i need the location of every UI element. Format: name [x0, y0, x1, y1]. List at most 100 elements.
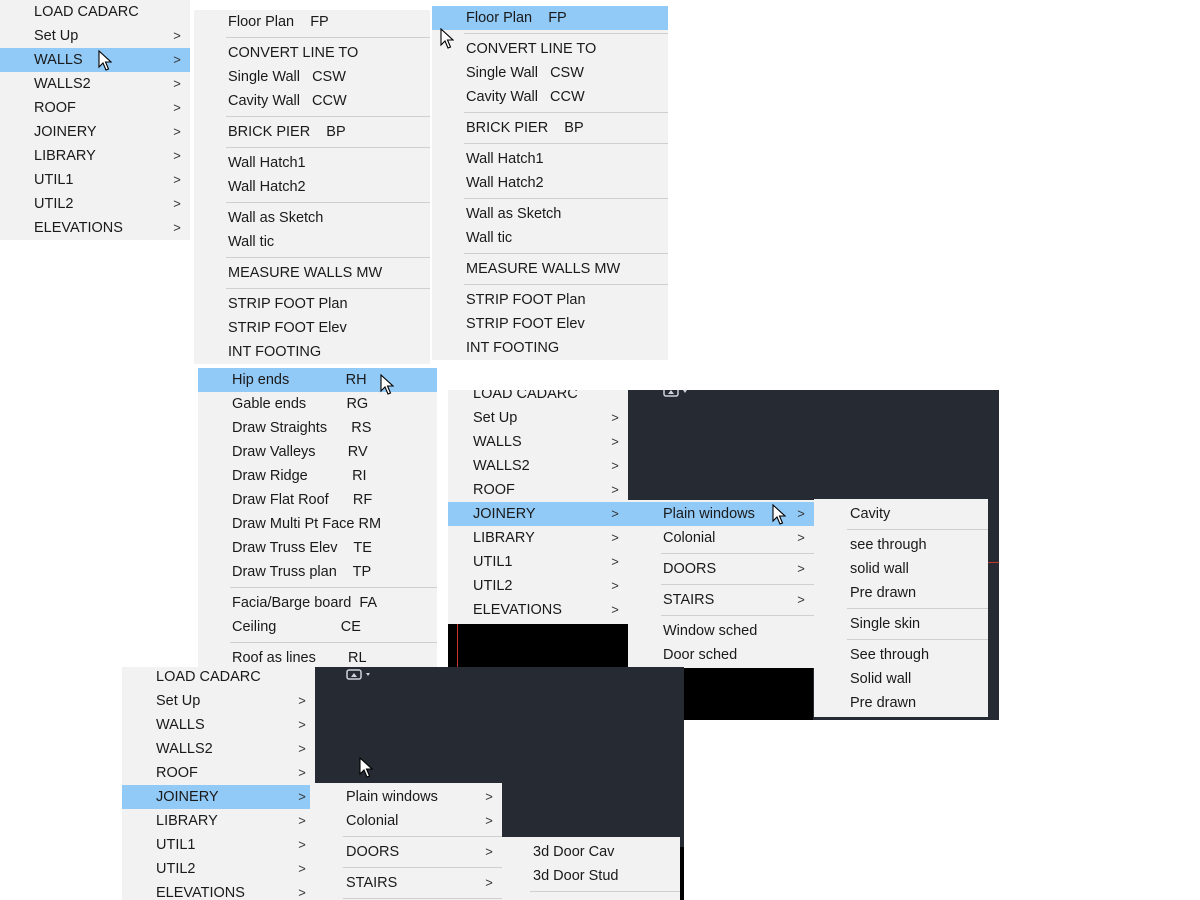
- menu-item-elevations[interactable]: ELEVATIONS >: [0, 216, 190, 240]
- menu-item-joinery[interactable]: JOINERY >: [0, 120, 190, 144]
- menu-item-wall-tic[interactable]: Wall tic: [194, 230, 430, 254]
- menu-item-ceiling[interactable]: Ceiling CE: [198, 615, 437, 639]
- menu-item-solid-wall[interactable]: solid wall: [814, 557, 988, 581]
- menu-item-label: UTIL2: [156, 861, 196, 877]
- menu-item-hip-ends[interactable]: Hip ends RH: [198, 368, 437, 392]
- menu-item-set-up[interactable]: Set Up >: [448, 406, 628, 430]
- menu-item-gable-ends[interactable]: Gable ends RG: [198, 392, 437, 416]
- menu-item-3d-door-cav[interactable]: 3d Door Cav: [502, 840, 680, 864]
- menu-item-plain-windows[interactable]: Plain windows >: [628, 502, 814, 526]
- menu-item-draw-truss-elev[interactable]: Draw Truss Elev TE: [198, 536, 437, 560]
- menu-item-solid-wall-2[interactable]: Solid wall: [814, 667, 988, 691]
- menu-item-label: Colonial: [346, 813, 399, 829]
- menu-item-load-cadarc[interactable]: LOAD CADARC: [122, 667, 315, 689]
- menu-item-draw-ridge[interactable]: Draw Ridge RI: [198, 464, 437, 488]
- menu-item-measure-walls[interactable]: MEASURE WALLS MW: [432, 257, 668, 281]
- menu-item-walls[interactable]: WALLS >: [448, 430, 628, 454]
- menu-item-cavity-wall[interactable]: Cavity Wall CCW: [432, 85, 668, 109]
- menu-item-strip-foot-plan[interactable]: STRIP FOOT Plan: [432, 288, 668, 312]
- menu-item-util1[interactable]: UTIL1 >: [122, 833, 315, 857]
- menu-item-walls[interactable]: WALLS >: [122, 713, 315, 737]
- menu-item-util2[interactable]: UTIL2 >: [0, 192, 190, 216]
- menu-item-int-footing[interactable]: INT FOOTING: [432, 336, 668, 360]
- menu-item-convert-line-to[interactable]: CONVERT LINE TO: [432, 37, 668, 61]
- menu-item-single-wall[interactable]: Single Wall CSW: [432, 61, 668, 85]
- menu-item-walls2[interactable]: WALLS2 >: [0, 72, 190, 96]
- menu-item-doors[interactable]: DOORS >: [628, 557, 814, 581]
- menu-separator: [464, 33, 668, 34]
- menu-item-cavity-wall[interactable]: Cavity Wall CCW: [194, 89, 430, 113]
- menu-separator: [661, 553, 814, 554]
- menu-item-brick-pier[interactable]: BRICK PIER BP: [432, 116, 668, 140]
- menu-item-stairs[interactable]: STAIRS >: [628, 588, 814, 612]
- menu-item-label: JOINERY: [156, 789, 219, 805]
- menu-item-roof[interactable]: ROOF >: [448, 478, 628, 502]
- menu-item-wall-hatch2[interactable]: Wall Hatch2: [194, 175, 430, 199]
- menu-item-label: UTIL1: [156, 837, 196, 853]
- menu-item-single-skin[interactable]: Single skin: [814, 612, 988, 636]
- menu-item-walls[interactable]: WALLS >: [0, 48, 190, 72]
- menu-item-joinery[interactable]: JOINERY >: [122, 785, 315, 809]
- menu-item-set-up[interactable]: Set Up >: [0, 24, 190, 48]
- menu-item-load-cadarc[interactable]: LOAD CADARC: [0, 0, 190, 24]
- toolbar-dropdown-icon[interactable]: [345, 669, 373, 683]
- menu-item-label: STAIRS: [346, 875, 398, 891]
- menu-item-door-sched[interactable]: Door sched: [628, 643, 814, 667]
- menu-item-floor-plan[interactable]: Floor Plan FP: [432, 6, 668, 30]
- menu-item-draw-multi-pt-face[interactable]: Draw Multi Pt Face RM: [198, 512, 437, 536]
- menu-item-strip-foot-elev[interactable]: STRIP FOOT Elev: [194, 316, 430, 340]
- menu-item-doors[interactable]: DOORS >: [310, 840, 502, 864]
- menu-item-window-sched[interactable]: Window sched: [628, 619, 814, 643]
- menu-item-util2[interactable]: UTIL2 >: [122, 857, 315, 881]
- menu-item-roof-as-lines[interactable]: Roof as lines RL: [198, 646, 437, 668]
- menu-item-colonial[interactable]: Colonial >: [310, 809, 502, 833]
- toolbar-dropdown-icon[interactable]: [662, 390, 690, 400]
- menu-item-roof[interactable]: ROOF >: [0, 96, 190, 120]
- menu-item-elevations[interactable]: ELEVATIONS >: [448, 598, 628, 622]
- menu-item-pre-drawn[interactable]: Pre drawn: [814, 581, 988, 605]
- menu-item-int-footing[interactable]: INT FOOTING: [194, 340, 430, 364]
- menu-item-roof[interactable]: ROOF >: [122, 761, 315, 785]
- menu-item-plain-windows[interactable]: Plain windows >: [310, 785, 502, 809]
- menu-item-brick-pier[interactable]: BRICK PIER BP: [194, 120, 430, 144]
- menu-item-util1[interactable]: UTIL1 >: [0, 168, 190, 192]
- menu-item-label: Draw Ridge RI: [232, 468, 367, 484]
- menu-item-wall-tic[interactable]: Wall tic: [432, 226, 668, 250]
- menu-item-colonial[interactable]: Colonial >: [628, 526, 814, 550]
- menu-item-wall-as-sketch[interactable]: Wall as Sketch: [194, 206, 430, 230]
- menu-item-pre-drawn-2[interactable]: Pre drawn: [814, 691, 988, 715]
- menu-item-label: Roof as lines RL: [232, 650, 367, 666]
- menu-item-facia-barge-board[interactable]: Facia/Barge board FA: [198, 591, 437, 615]
- menu-item-set-up[interactable]: Set Up >: [122, 689, 315, 713]
- menu-item-walls2[interactable]: WALLS2 >: [448, 454, 628, 478]
- menu-item-wall-hatch1[interactable]: Wall Hatch1: [194, 151, 430, 175]
- menu-item-library[interactable]: LIBRARY >: [448, 526, 628, 550]
- menu-item-wall-hatch2[interactable]: Wall Hatch2: [432, 171, 668, 195]
- menu-item-wall-as-sketch[interactable]: Wall as Sketch: [432, 202, 668, 226]
- menu-item-library[interactable]: LIBRARY >: [0, 144, 190, 168]
- menu-item-convert-line-to[interactable]: CONVERT LINE TO: [194, 41, 430, 65]
- menu-item-load-cadarc[interactable]: LOAD CADARC: [448, 390, 628, 406]
- menu-item-elevations[interactable]: ELEVATIONS >: [122, 881, 315, 900]
- menu-item-wall-hatch1[interactable]: Wall Hatch1: [432, 147, 668, 171]
- menu-item-label: STRIP FOOT Plan: [228, 296, 348, 312]
- menu-item-see-through[interactable]: see through: [814, 533, 988, 557]
- menu-item-joinery[interactable]: JOINERY >: [448, 502, 628, 526]
- menu-item-draw-flat-roof[interactable]: Draw Flat Roof RF: [198, 488, 437, 512]
- menu-item-stairs[interactable]: STAIRS >: [310, 871, 502, 895]
- menu-item-single-wall[interactable]: Single Wall CSW: [194, 65, 430, 89]
- menu-item-draw-valleys[interactable]: Draw Valleys RV: [198, 440, 437, 464]
- menu-item-3d-door-stud[interactable]: 3d Door Stud: [502, 864, 680, 888]
- menu-item-floor-plan[interactable]: Floor Plan FP: [194, 10, 430, 34]
- menu-item-util2[interactable]: UTIL2 >: [448, 574, 628, 598]
- menu-item-strip-foot-elev[interactable]: STRIP FOOT Elev: [432, 312, 668, 336]
- menu-item-draw-straights[interactable]: Draw Straights RS: [198, 416, 437, 440]
- menu-item-draw-truss-plan[interactable]: Draw Truss plan TP: [198, 560, 437, 584]
- menu-item-measure-walls[interactable]: MEASURE WALLS MW: [194, 261, 430, 285]
- menu-item-library[interactable]: LIBRARY >: [122, 809, 315, 833]
- menu-item-util1[interactable]: UTIL1 >: [448, 550, 628, 574]
- menu-item-walls2[interactable]: WALLS2 >: [122, 737, 315, 761]
- menu-item-see-through-2[interactable]: See through: [814, 643, 988, 667]
- menu-item-strip-foot-plan[interactable]: STRIP FOOT Plan: [194, 292, 430, 316]
- menu-item-cavity[interactable]: Cavity: [814, 502, 988, 526]
